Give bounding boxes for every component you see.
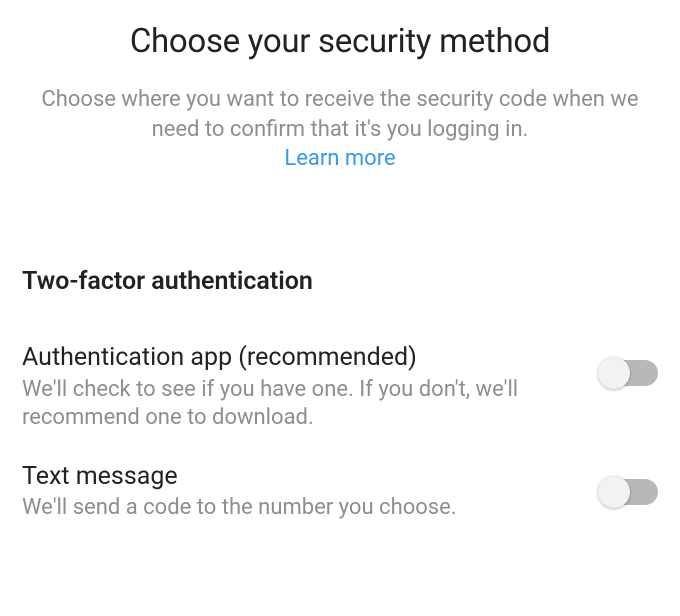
option-description: We'll send a code to the number you choo…: [22, 494, 580, 523]
toggle-text-message[interactable]: [600, 479, 658, 505]
toggle-authentication-app[interactable]: [600, 360, 658, 386]
option-text: Authentication app (recommended) We'll c…: [22, 342, 600, 432]
page-title: Choose your security method: [20, 22, 660, 61]
two-factor-section: Two-factor authentication Authentication…: [0, 267, 680, 522]
security-method-screen: Choose your security method Choose where…: [0, 0, 680, 523]
section-heading: Two-factor authentication: [22, 267, 658, 296]
option-authentication-app: Authentication app (recommended) We'll c…: [22, 342, 658, 432]
option-title: Text message: [22, 461, 580, 492]
page-description: Choose where you want to receive the sec…: [20, 85, 660, 144]
option-title: Authentication app (recommended): [22, 342, 580, 373]
option-text-message: Text message We'll send a code to the nu…: [22, 461, 658, 523]
toggle-knob: [598, 476, 630, 508]
option-description: We'll check to see if you have one. If y…: [22, 376, 580, 433]
header: Choose your security method Choose where…: [0, 0, 680, 171]
toggle-knob: [598, 357, 630, 389]
learn-more-link[interactable]: Learn more: [20, 146, 660, 171]
option-text: Text message We'll send a code to the nu…: [22, 461, 600, 523]
